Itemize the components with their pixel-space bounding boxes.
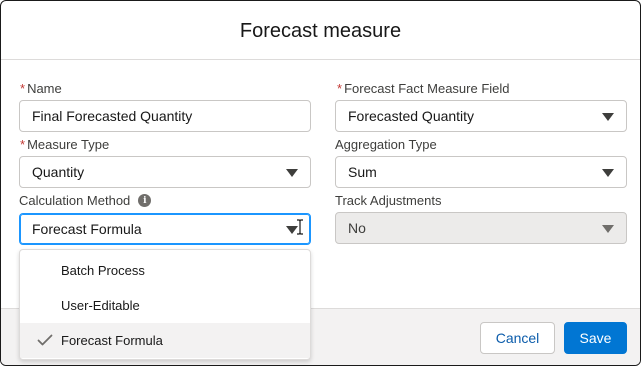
- option-forecast-formula[interactable]: Forecast Formula: [20, 323, 310, 358]
- required-mark: *: [20, 137, 26, 152]
- fact-field-label-text: Forecast Fact Measure Field: [344, 81, 510, 96]
- required-mark: *: [20, 81, 26, 96]
- option-label: User-Editable: [61, 298, 140, 313]
- option-batch-process[interactable]: Batch Process: [20, 253, 310, 288]
- aggregation-select[interactable]: Sum: [335, 156, 627, 188]
- option-user-editable[interactable]: User-Editable: [20, 288, 310, 323]
- name-input[interactable]: Final Forecasted Quantity: [19, 100, 311, 132]
- name-label: * Name: [20, 81, 62, 96]
- measure-type-select[interactable]: Quantity: [19, 156, 311, 188]
- option-label: Batch Process: [61, 263, 145, 278]
- required-mark: *: [337, 81, 343, 96]
- aggregation-value: Sum: [348, 164, 377, 180]
- fact-field-label: * Forecast Fact Measure Field: [337, 81, 510, 96]
- track-adjustments-value: No: [348, 220, 366, 236]
- calc-method-listbox: Batch Process User-Editable Forecast For…: [19, 249, 311, 360]
- measure-type-label: * Measure Type: [20, 137, 109, 152]
- caret-down-icon: [602, 169, 614, 177]
- caret-down-icon: [286, 169, 298, 177]
- modal-title: Forecast measure: [239, 19, 402, 42]
- text-cursor-icon: [297, 219, 303, 235]
- caret-down-icon: [602, 225, 614, 233]
- fact-field-select[interactable]: Forecasted Quantity: [335, 100, 627, 132]
- aggregation-label: Aggregation Type: [335, 137, 437, 152]
- track-adjustments-select: No: [335, 212, 627, 244]
- track-adjustments-label: Track Adjustments: [335, 193, 441, 208]
- info-icon[interactable]: i: [138, 194, 152, 207]
- save-button[interactable]: Save: [564, 322, 627, 354]
- calc-method-select[interactable]: Forecast Formula: [19, 213, 311, 245]
- caret-down-icon: [602, 113, 614, 121]
- calc-method-label: Calculation Method i: [19, 193, 152, 208]
- fact-field-value: Forecasted Quantity: [348, 108, 475, 124]
- option-label: Forecast Formula: [61, 333, 163, 348]
- measure-type-value: Quantity: [32, 164, 85, 180]
- cancel-button[interactable]: Cancel: [480, 322, 555, 354]
- check-icon: [37, 334, 53, 346]
- aggregation-label-text: Aggregation Type: [335, 137, 437, 152]
- calc-method-value: Forecast Formula: [32, 221, 142, 237]
- calc-method-label-text: Calculation Method: [19, 193, 131, 208]
- forecast-measure-modal: Forecast measure * Name Final Forecasted…: [0, 0, 641, 366]
- measure-type-label-text: Measure Type: [27, 137, 110, 152]
- name-input-value: Final Forecasted Quantity: [32, 108, 193, 124]
- modal-header: Forecast measure: [1, 1, 640, 60]
- name-label-text: Name: [27, 81, 62, 96]
- track-adjustments-label-text: Track Adjustments: [335, 193, 442, 208]
